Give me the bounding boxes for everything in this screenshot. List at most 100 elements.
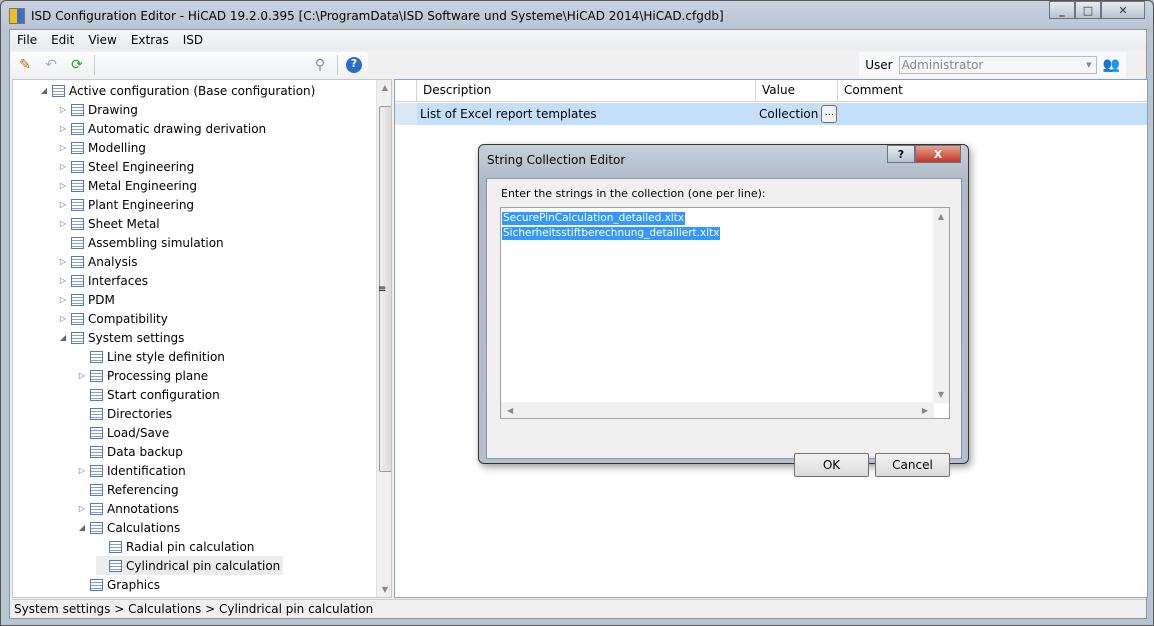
- cell-description: List of Excel report templates: [420, 107, 597, 121]
- expand-arrow-icon[interactable]: ▷: [58, 200, 68, 209]
- expand-arrow-icon[interactable]: ▷: [77, 371, 87, 380]
- expand-arrow-icon[interactable]: ▷: [58, 124, 68, 133]
- maximize-button[interactable]: □: [1075, 1, 1101, 19]
- tree-item[interactable]: ▷ Sheet Metal: [58, 214, 163, 233]
- expand-arrow-icon[interactable]: ▷: [77, 504, 87, 513]
- tree-item-label: Interfaces: [88, 273, 148, 288]
- toolbar: ✎ ↶ ⟳ ⚲ ?: [10, 52, 368, 78]
- ok-button[interactable]: OK: [794, 453, 869, 477]
- tree-item[interactable]: ▷ Identification: [77, 461, 189, 480]
- menu-view[interactable]: View: [81, 33, 123, 47]
- tree-item-label: Calculations: [107, 520, 181, 535]
- tree-item[interactable]: ▷ Annotations: [77, 499, 182, 518]
- splitter-grip-icon[interactable]: ≡: [378, 284, 386, 295]
- expand-arrow-icon[interactable]: ▷: [58, 314, 68, 323]
- header-corner: [395, 80, 417, 101]
- expand-arrow-icon[interactable]: ▷: [58, 162, 68, 171]
- config-table-icon: [71, 331, 84, 344]
- menu-file[interactable]: File: [10, 33, 44, 47]
- config-table-icon: [71, 198, 84, 211]
- undo-icon[interactable]: ↶: [42, 57, 60, 73]
- tree-item[interactable]: Start configuration: [77, 385, 223, 404]
- dialog-help-button[interactable]: ?: [887, 145, 915, 163]
- find-binoculars-icon[interactable]: ⚲: [311, 57, 329, 73]
- tree-item-label: Drawing: [88, 102, 138, 117]
- minimize-button[interactable]: _: [1049, 1, 1075, 19]
- header-comment[interactable]: Comment: [838, 80, 1147, 101]
- tree-item[interactable]: Line style definition: [77, 347, 228, 366]
- tree-item[interactable]: Assembling simulation: [58, 233, 227, 252]
- tree-item[interactable]: ▷ Processing plane: [77, 366, 211, 385]
- collapse-arrow-icon[interactable]: ◢: [58, 333, 68, 342]
- refresh-icon[interactable]: ⟳: [68, 57, 86, 73]
- tree-item[interactable]: ▷ Interfaces: [58, 271, 151, 290]
- expand-arrow-icon[interactable]: ▷: [58, 257, 68, 266]
- config-table-icon: [90, 407, 103, 420]
- textarea-vscroll[interactable]: ▲ ▼: [933, 208, 949, 403]
- collapse-arrow-icon[interactable]: ◢: [77, 523, 87, 532]
- tree-item[interactable]: Graphics: [77, 575, 163, 594]
- expand-arrow-icon[interactable]: ▷: [58, 219, 68, 228]
- config-table-icon: [90, 502, 103, 515]
- menu-isd[interactable]: ISD: [176, 33, 210, 47]
- tree-scrollbar[interactable]: ▲ ▼: [376, 80, 391, 597]
- help-icon[interactable]: ?: [346, 57, 362, 73]
- tree-item-label: Plant Engineering: [88, 197, 195, 212]
- tree-item[interactable]: ▷ Metal Engineering: [58, 176, 200, 195]
- tree-item[interactable]: Load/Save: [77, 423, 172, 442]
- tree-item[interactable]: ◢ Calculations: [77, 518, 183, 537]
- configuration-tree[interactable]: ▲ ▼ ◢ Active configuration (Base configur…: [12, 79, 392, 598]
- expand-arrow-icon[interactable]: ▷: [58, 295, 68, 304]
- dialog-close-button[interactable]: X: [915, 145, 961, 163]
- table-row[interactable]: List of Excel report templates Collectio…: [395, 103, 1147, 125]
- expand-arrow-icon[interactable]: ▷: [77, 466, 87, 475]
- tree-item[interactable]: Cylindrical pin calculation: [96, 556, 284, 575]
- user-select[interactable]: Administrator ▼: [898, 56, 1097, 74]
- tree-item[interactable]: ▷ Steel Engineering: [58, 157, 197, 176]
- users-icon[interactable]: 👥: [1103, 57, 1120, 73]
- tree-item[interactable]: Data backup: [77, 442, 186, 461]
- tree-item[interactable]: ▷ PDM: [58, 290, 118, 309]
- tree-item[interactable]: ▷ Plant Engineering: [58, 195, 197, 214]
- ellipsis-button[interactable]: ...: [821, 105, 838, 123]
- dialog-prompt: Enter the strings in the collection (one…: [501, 187, 766, 200]
- textarea-hscroll[interactable]: ◀ ▶: [501, 402, 934, 418]
- header-description[interactable]: Description: [417, 80, 756, 101]
- tree-item-label: Active configuration (Base configuration…: [69, 83, 316, 98]
- tree-item[interactable]: ▷ Compatibility: [58, 309, 171, 328]
- menu-edit[interactable]: Edit: [44, 33, 81, 47]
- collapse-arrow-icon[interactable]: ◢: [39, 86, 49, 95]
- config-table-icon: [71, 217, 84, 230]
- expand-arrow-icon[interactable]: ▷: [58, 143, 68, 152]
- tree-item[interactable]: ▷ Drawing: [58, 100, 141, 119]
- tree-item[interactable]: Radial pin calculation: [96, 537, 257, 556]
- tree-item-label: Load/Save: [107, 425, 170, 440]
- title-bar: ISD Configuration Editor - HiCAD 19.2.0.…: [9, 6, 724, 26]
- tree-item[interactable]: ◢ Active configuration (Base configuratio…: [39, 81, 318, 100]
- cancel-button[interactable]: Cancel: [875, 453, 950, 477]
- tree-item[interactable]: ◢ System settings: [58, 328, 187, 347]
- edit-pencil-icon[interactable]: ✎: [16, 57, 34, 73]
- tree-item-label: Graphics: [107, 577, 160, 592]
- tree-item[interactable]: Directories: [77, 404, 175, 423]
- tree-item[interactable]: ▷ Analysis: [58, 252, 140, 271]
- config-table-icon: [71, 179, 84, 192]
- config-table-icon: [71, 103, 84, 116]
- tree-item-label: Directories: [107, 406, 173, 421]
- tree-item[interactable]: Referencing: [77, 480, 182, 499]
- string-line: Sicherheitsstiftberechnung_detailiert.xl…: [502, 227, 721, 240]
- close-button[interactable]: ✕: [1101, 1, 1145, 19]
- config-table-icon: [71, 312, 84, 325]
- tree-item-label: Referencing: [107, 482, 179, 497]
- tree-item[interactable]: ▷ Automatic drawing derivation: [58, 119, 269, 138]
- menu-extras[interactable]: Extras: [124, 33, 176, 47]
- strings-textarea[interactable]: SecurePinCalculation_detailed.xltx Siche…: [500, 207, 950, 419]
- scroll-up-icon[interactable]: ▲: [377, 83, 391, 92]
- expand-arrow-icon[interactable]: ▷: [58, 181, 68, 190]
- expand-arrow-icon[interactable]: ▷: [58, 276, 68, 285]
- header-value[interactable]: Value: [756, 80, 838, 101]
- expand-arrow-icon[interactable]: ▷: [58, 105, 68, 114]
- config-table-icon: [71, 141, 84, 154]
- tree-item[interactable]: ▷ Modelling: [58, 138, 149, 157]
- scroll-down-icon[interactable]: ▼: [377, 585, 391, 594]
